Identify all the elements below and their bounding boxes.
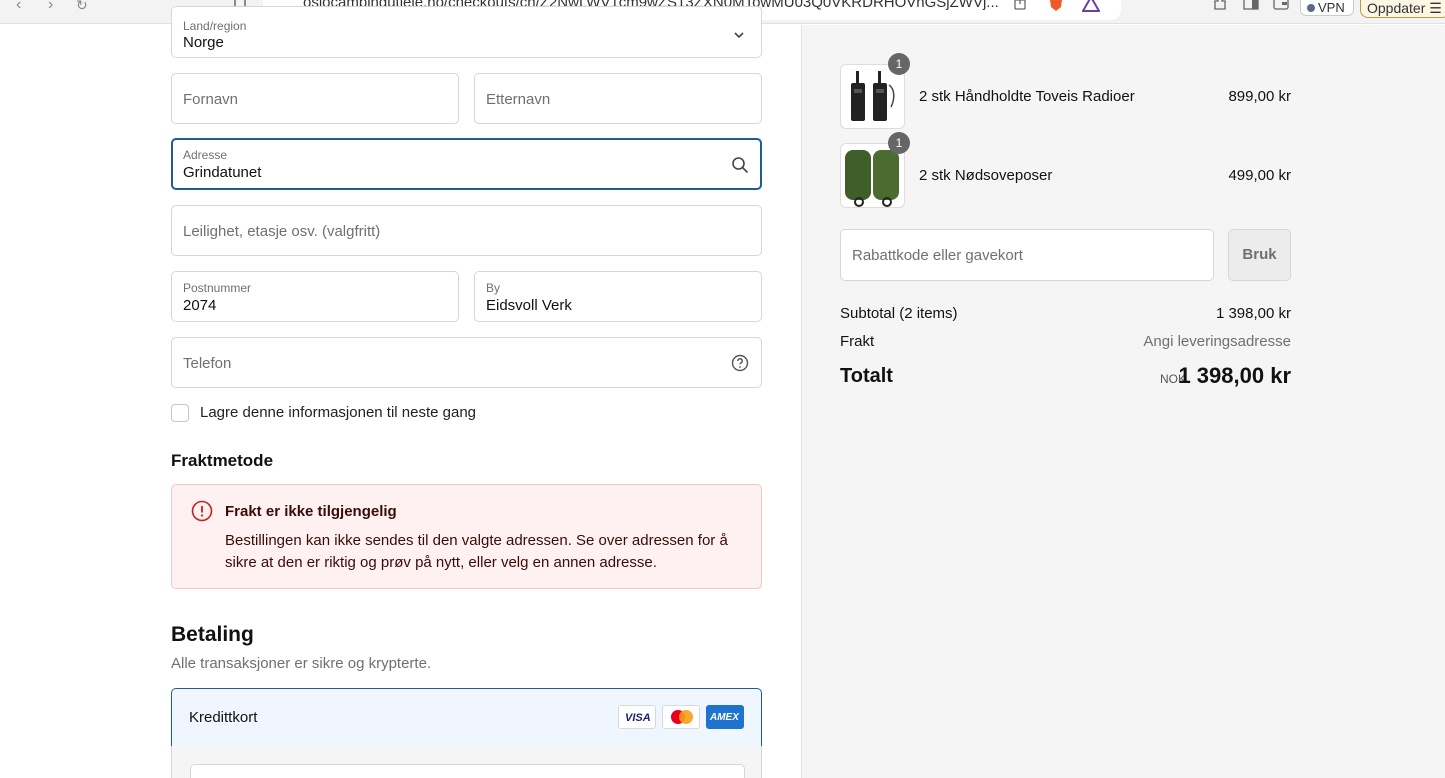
item-name: 2 stk Nødsoveposer [919,167,1053,184]
amex-label: AMEX [710,712,739,723]
total-label: Totalt [840,365,893,387]
visa-label: VISA [625,712,651,724]
chevron-down-icon [731,27,749,45]
payment-subtitle: Alle transaksjoner er sikre og krypterte… [171,655,432,672]
card-details-panel [171,746,762,778]
sidebar-toggle-icon[interactable] [1243,0,1259,13]
item-price: 499,00 kr [1228,167,1291,184]
quantity-badge: 1 [888,53,910,75]
first-name-field[interactable]: Fornavn [171,73,459,124]
brave-rewards-icon[interactable] [1081,0,1101,15]
subtotal-label: Subtotal (2 items) [840,305,958,322]
forward-icon[interactable]: › [48,0,53,13]
country-select[interactable]: Land/region Norge [171,6,762,58]
quantity-badge: 1 [888,132,910,154]
credit-card-option[interactable]: Kredittkort VISA AMEX [171,688,762,747]
discount-placeholder: Rabattkode eller gavekort [852,247,1023,264]
credit-card-label: Kredittkort [189,709,258,726]
vpn-label: VPN [1318,0,1345,15]
last-name-field[interactable]: Etternavn [474,73,762,124]
country-label: Land/region [183,19,247,33]
last-name-placeholder: Etternavn [486,91,551,108]
amex-icon: AMEX [706,705,744,729]
visa-icon: VISA [618,705,656,729]
subtotal-value: 1 398,00 kr [1215,305,1291,322]
alert-title: Frakt er ikke tilgjengelig [225,503,397,520]
city-value: Eidsvoll Verk [486,297,572,314]
postal-code-value: 2074 [183,297,217,314]
save-info-label: Lagre denne informasjonen til neste gang [200,404,477,421]
payment-title: Betaling [171,623,254,646]
item-name: 2 stk Håndholdte Toveis Radioer [919,88,1135,105]
country-value: Norge [183,34,224,51]
total-value: 1 398,00 kr [1178,363,1291,388]
item-price: 899,00 kr [1228,88,1291,105]
address-label: Adresse [183,148,228,162]
apartment-placeholder: Leilighet, etasje osv. (valgfritt) [183,223,381,240]
phone-placeholder: Telefon [183,355,232,372]
city-field[interactable]: By Eidsvoll Verk [474,271,762,322]
apartment-field[interactable]: Leilighet, etasje osv. (valgfritt) [171,205,762,256]
phone-field[interactable]: Telefon [171,337,762,388]
address-field[interactable]: Adresse Grindatunet [171,138,762,190]
wallet-icon[interactable] [1273,0,1289,13]
first-name-placeholder: Fornavn [183,91,239,108]
shipping-label: Frakt [840,333,875,350]
alert-text: Bestillingen kan ikke sendes til den val… [225,532,728,571]
help-icon[interactable] [731,354,749,372]
back-icon[interactable]: ‹ [16,0,21,13]
update-label: Oppdater [1367,0,1426,16]
city-label: By [486,281,501,295]
reload-icon[interactable]: ↻ [76,0,88,12]
shipping-value: Angi leveringsadresse [1143,333,1291,350]
vpn-status-icon [1307,4,1315,12]
discount-code-input[interactable]: Rabattkode eller gavekort [840,229,1214,281]
share-icon[interactable] [1013,0,1027,13]
search-icon [731,156,749,174]
postal-code-label: Postnummer [183,281,252,295]
brave-shield-icon[interactable] [1048,0,1064,15]
error-icon [191,500,213,522]
mastercard-icon [662,705,700,729]
apply-discount-button[interactable]: Bruk [1228,229,1291,281]
postal-code-field[interactable]: Postnummer 2074 [171,271,459,322]
save-info-checkbox[interactable] [171,404,189,422]
shipping-method-title: Fraktmetode [171,451,274,470]
card-number-field[interactable] [190,764,745,778]
update-button[interactable]: Oppdater ☰ [1360,0,1445,18]
vpn-button[interactable]: VPN [1300,0,1354,16]
extensions-icon[interactable] [1212,0,1228,15]
shipping-unavailable-alert: Frakt er ikke tilgjengelig Bestillingen … [171,484,762,589]
address-value: Grindatunet [183,164,262,181]
